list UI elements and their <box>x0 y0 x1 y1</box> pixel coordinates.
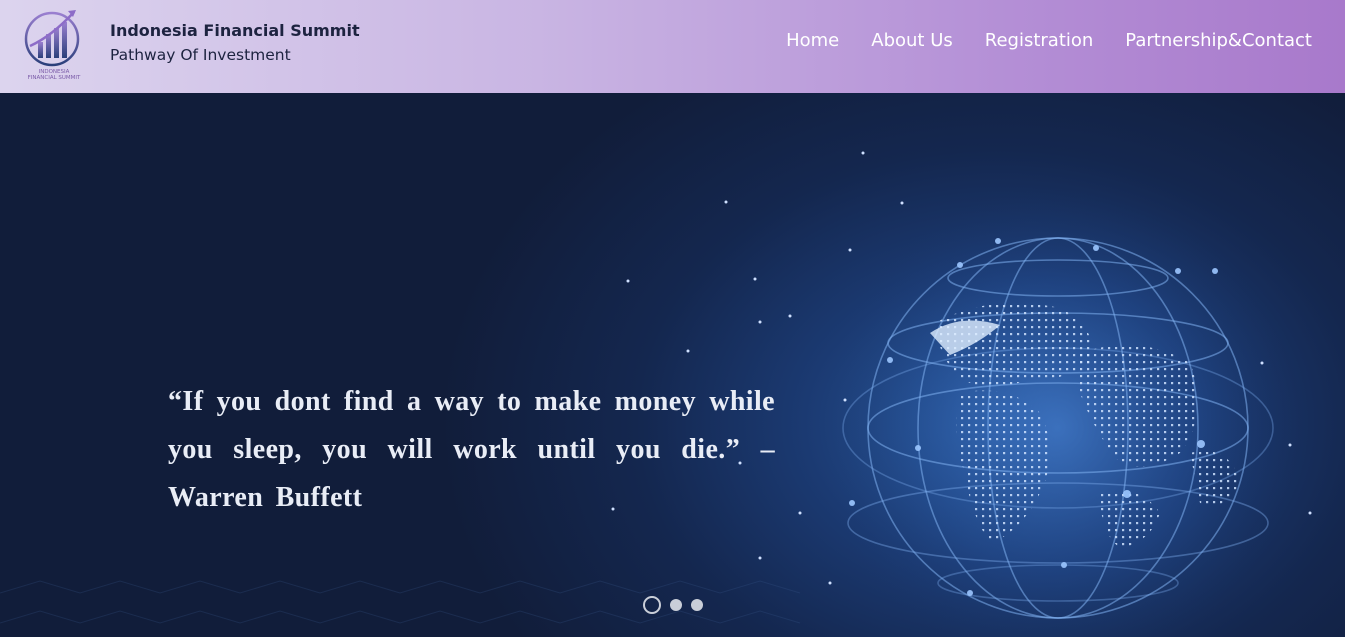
site-header: INDONESIA FINANCIAL SUMMIT Indonesia Fin… <box>0 0 1345 93</box>
slide-dot-1[interactable] <box>643 596 661 614</box>
summit-logo[interactable]: INDONESIA FINANCIAL SUMMIT <box>22 6 86 84</box>
bar-chart-icon <box>24 10 80 67</box>
slide-dot-3[interactable] <box>691 599 703 611</box>
globe-illustration <box>0 151 1312 637</box>
slider-pagination <box>643 596 703 614</box>
nav-partnership-contact[interactable]: Partnership&Contact <box>1125 30 1312 51</box>
brand-tagline: Pathway Of Investment <box>110 46 291 64</box>
main-nav: Home About Us Registration Partnership&C… <box>786 30 1312 51</box>
slide-dot-2[interactable] <box>670 599 682 611</box>
nav-registration[interactable]: Registration <box>985 30 1094 51</box>
nav-about-us[interactable]: About Us <box>871 30 953 51</box>
brand-title[interactable]: Indonesia Financial Summit <box>110 21 360 40</box>
hero-slider: “If you dont find a way to make money wh… <box>0 93 1345 637</box>
nav-home[interactable]: Home <box>786 30 839 51</box>
hero-quote: “If you dont find a way to make money wh… <box>168 386 775 513</box>
logo-caption: INDONESIA FINANCIAL SUMMIT <box>27 69 81 81</box>
